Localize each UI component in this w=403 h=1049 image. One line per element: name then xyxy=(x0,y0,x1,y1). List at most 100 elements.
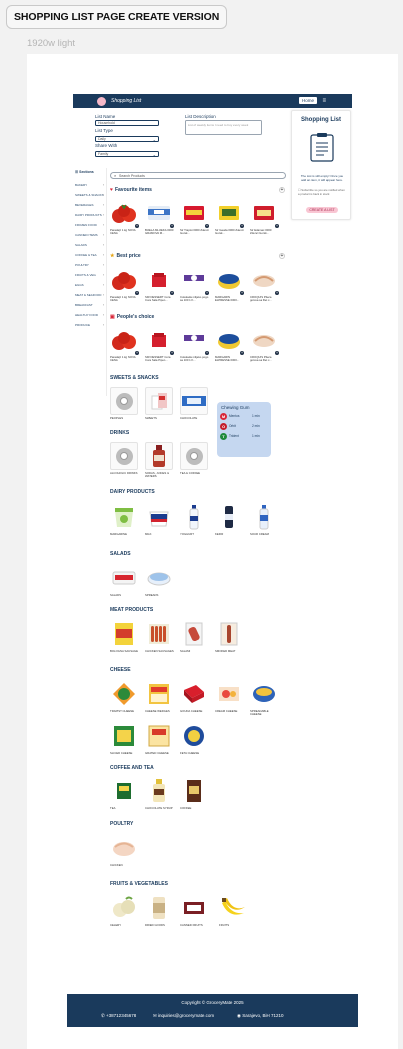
category-image xyxy=(180,894,208,922)
product-card[interactable]: + Paradajz 1 kg NOVA CENA xyxy=(110,199,140,236)
app-logo[interactable] xyxy=(97,96,106,106)
product-card[interactable]: + MARGARIN ELPRESSE 0000... xyxy=(215,326,245,363)
category-card[interactable]: SOUR CREAM xyxy=(250,503,280,536)
category-card[interactable]: CHOCOLATE SYRUP xyxy=(145,777,175,810)
footer-email[interactable]: ✉ inquiries@grocerymate.com xyxy=(153,1013,214,1019)
chevron-down-icon: › xyxy=(102,243,104,247)
empty-list-text: The List is still empty! Once you add an… xyxy=(300,174,344,182)
plus-icon[interactable]: + xyxy=(205,224,209,228)
category-popup: Chewing Gum M Mentos 1 min O Orbit 2 min T Tr… xyxy=(217,402,271,457)
category-card[interactable]: DRIED GOODS xyxy=(145,894,175,927)
category-card[interactable]: TRAPIST CHEESE xyxy=(110,680,140,713)
category-card[interactable]: TEA & COFFEE xyxy=(180,442,210,475)
plus-icon[interactable]: + xyxy=(205,291,209,295)
category-card[interactable]: YOGHURT xyxy=(180,503,210,536)
home-button[interactable]: Home xyxy=(298,97,317,104)
plus-icon[interactable]: + xyxy=(170,291,174,295)
category-card[interactable]: MARGARINE xyxy=(110,503,140,536)
category-card[interactable]: SWEETS xyxy=(145,387,175,420)
category-card[interactable]: SPREADABLE CHEESE xyxy=(250,680,280,717)
list-type-select[interactable]: Daily ⌄ xyxy=(95,136,159,142)
add-section-button[interactable]: + xyxy=(279,253,285,259)
clipboard-icon xyxy=(310,133,334,162)
category-card[interactable]: COFFEE xyxy=(180,777,210,810)
menu-icon[interactable]: ≡ xyxy=(322,97,326,105)
product-card[interactable]: + Paradajz 1 kg NOVA CENA xyxy=(110,326,140,363)
category-card[interactable]: KEFIR xyxy=(215,503,245,536)
product-card[interactable]: + SIR DESSERT Cora Cora Sala Pipen... xyxy=(145,326,175,363)
search-input[interactable]: ⌕ Search Products xyxy=(110,172,286,179)
category-image xyxy=(145,442,173,470)
plus-icon[interactable]: + xyxy=(240,291,244,295)
plus-icon[interactable]: + xyxy=(170,224,174,228)
category-card[interactable]: SMOKED MEAT xyxy=(215,620,245,653)
product-card[interactable]: + Cokolada mlijeko pogo sa 100 1 K... xyxy=(180,326,210,363)
plus-icon[interactable]: + xyxy=(135,224,139,228)
category-card[interactable]: PEOPLES xyxy=(110,387,140,420)
category-card[interactable]: BOLOGNA SAUSAGE xyxy=(110,620,140,653)
category-name: MILK xyxy=(145,533,152,536)
category-card[interactable]: CHOCOLATE xyxy=(180,387,210,420)
category-card[interactable]: CHICKEN xyxy=(110,834,140,867)
product-card[interactable]: + CROQUIS Pileca gotova sa filet c... xyxy=(250,266,280,303)
category-card[interactable]: MILK xyxy=(145,503,175,536)
popup-row[interactable]: M Mentos 1 min xyxy=(217,413,271,423)
create-list-button[interactable]: CREATE A LIST xyxy=(306,207,338,213)
product-image: + xyxy=(180,326,209,355)
category-image xyxy=(180,387,208,415)
product-name: Sir Trapist 0000 Zdenci Gorsk... xyxy=(180,229,209,236)
notify-label: Subscribe so you are notified when a pro… xyxy=(298,188,345,196)
plus-icon[interactable]: + xyxy=(240,224,244,228)
plus-icon[interactable]: + xyxy=(240,351,244,355)
category-card[interactable]: CHEESE WEDGES xyxy=(145,680,175,713)
product-card[interactable]: + Paradajz 1 kg NOVA CENA xyxy=(110,266,140,303)
category-card[interactable]: SPREADS xyxy=(145,564,175,597)
chevron-down-icon: ⌄ xyxy=(152,152,156,157)
description-field[interactable]: List of weekly items I need to buy every… xyxy=(185,120,262,135)
category-card[interactable]: SLICED CHEESE xyxy=(110,722,140,755)
product-card[interactable]: + Sir Gauda 0000 Zdenci Gorsk... xyxy=(215,199,245,236)
plus-icon[interactable]: + xyxy=(135,351,139,355)
product-card[interactable]: + Sir Trapist 0000 Zdenci Gorsk... xyxy=(180,199,210,236)
category-card[interactable]: GRATED CHEESE xyxy=(145,722,175,755)
plus-icon[interactable]: + xyxy=(205,351,209,355)
category-image xyxy=(110,894,138,922)
category-name: SOUR CREAM xyxy=(250,533,269,536)
phone-icon: ✆ xyxy=(101,1013,105,1018)
product-name: CROQUIS Pileca gotova sa filet c... xyxy=(250,296,272,303)
share-with-select[interactable]: Family ⌄ xyxy=(95,151,159,157)
sidebar-item[interactable]: PRODUCE › xyxy=(73,323,106,334)
plus-icon[interactable]: + xyxy=(135,291,139,295)
plus-icon[interactable]: + xyxy=(275,291,279,295)
category-card[interactable]: CELERY xyxy=(110,894,140,927)
star-icon: ★ xyxy=(110,253,115,259)
product-card[interactable]: + CROQUIS Pileca gotova sa filet c... xyxy=(250,326,280,363)
category-card[interactable]: GOUDA CHEESE xyxy=(180,680,210,713)
category-card[interactable]: SALAMI xyxy=(180,620,210,653)
product-card[interactable]: + Cokolada mlijeko pogo sa 100 1 K... xyxy=(180,266,210,303)
footer-phone[interactable]: ✆ +38712345678 xyxy=(101,1013,136,1019)
category-card[interactable]: FRUITS xyxy=(219,894,249,927)
category-card[interactable]: SODAS, JUICES & WATERS xyxy=(145,442,175,479)
plus-icon[interactable]: + xyxy=(275,351,279,355)
category-card[interactable]: FETA CHEESE xyxy=(180,722,210,755)
share-with-label: Share With xyxy=(95,143,118,148)
product-card[interactable]: + BIJELA MLIJEKA 0000 GRAMOVA M... xyxy=(145,199,175,236)
product-card[interactable]: + Sir Edamac 0000 Zdenci Gorsk... xyxy=(250,199,280,236)
category-card[interactable]: CHICKEN SAUSAGES xyxy=(145,620,175,653)
popup-row[interactable]: O Orbit 2 min xyxy=(217,423,271,433)
category-card[interactable]: TEA xyxy=(110,777,140,810)
category-card[interactable]: CREAM CHEESE xyxy=(215,680,245,713)
notify-checkbox[interactable]: ☐ Subscribe so you are notified when a p… xyxy=(298,188,346,196)
popup-row[interactable]: T Trident 1 min xyxy=(217,433,271,443)
footer: Copyright © GroceryMate 2025 ✆ +38712345… xyxy=(67,994,358,1027)
list-name-field[interactable]: Household xyxy=(95,120,159,126)
category-card[interactable]: ALCOHOLIC DRINKS xyxy=(110,442,140,475)
product-card[interactable]: + MARGARIN ELPRESSE 0000... xyxy=(215,266,245,303)
category-card[interactable]: CANNED FRUITS xyxy=(180,894,210,927)
plus-icon[interactable]: + xyxy=(170,351,174,355)
add-section-button[interactable]: + xyxy=(279,187,285,193)
product-card[interactable]: + SIR DESSERT Cora Cora Sala Pipen... xyxy=(145,266,175,303)
plus-icon[interactable]: + xyxy=(275,224,279,228)
category-card[interactable]: SALADS xyxy=(110,564,140,597)
